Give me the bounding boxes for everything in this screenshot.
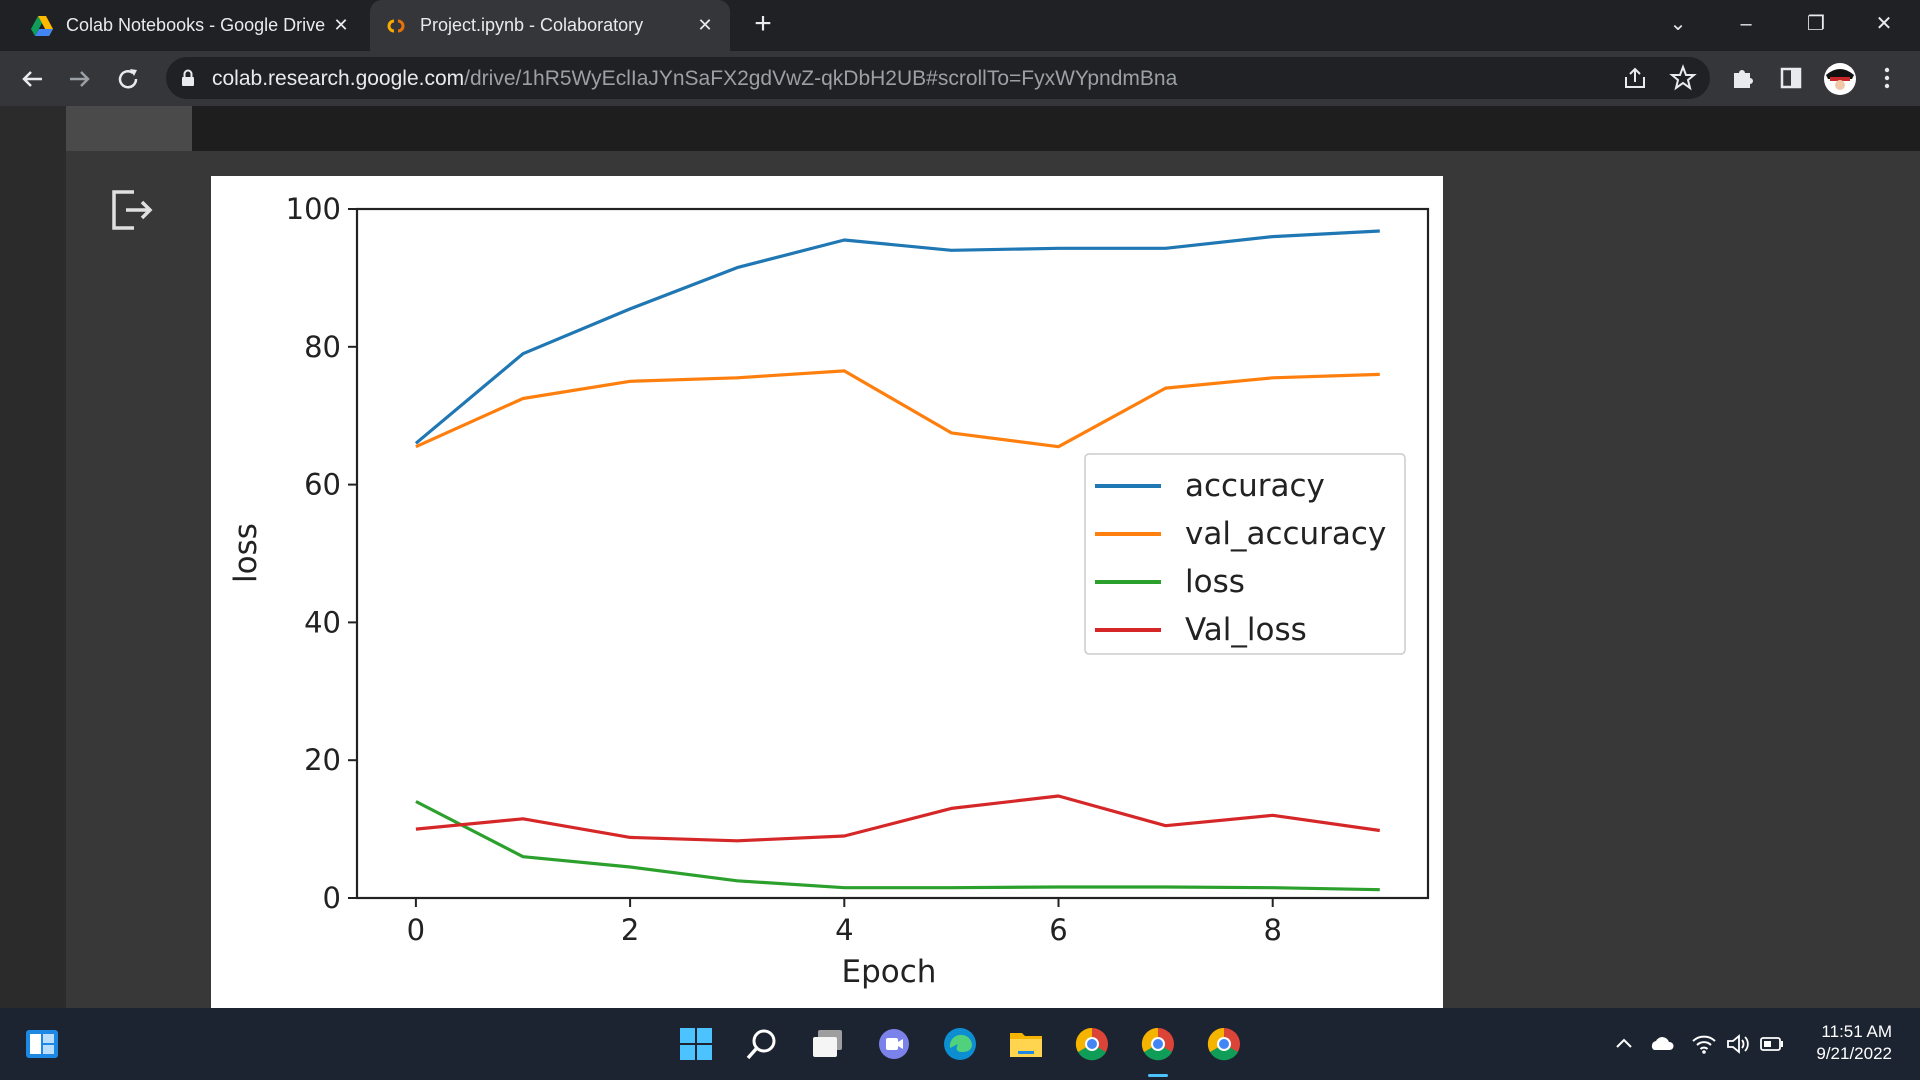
new-tab-button[interactable]: +	[748, 9, 778, 40]
x-axis-label: Epoch	[842, 954, 937, 990]
volume-icon[interactable]	[1724, 1030, 1752, 1058]
y-tick-label: 80	[304, 330, 341, 364]
restore-icon[interactable]: ❐	[1798, 8, 1834, 40]
extensions-icon[interactable]	[1728, 63, 1758, 93]
bookmark-star-icon[interactable]	[1668, 63, 1698, 93]
url-host: colab.research.google.com	[212, 67, 465, 90]
clock-time: 11:51 AM	[1821, 1022, 1892, 1041]
y-tick-label: 60	[304, 468, 341, 502]
close-tab-icon[interactable]: ✕	[694, 14, 716, 36]
windows-taskbar: 11:51 AM 9/21/2022	[0, 1008, 1920, 1080]
widgets-icon[interactable]	[22, 1024, 62, 1064]
x-tick-label: 0	[407, 913, 425, 947]
tab-google-drive[interactable]: Colab Notebooks - Google Drive ✕	[16, 0, 366, 51]
side-panel-icon[interactable]	[1776, 63, 1806, 93]
y-tick-label: 20	[304, 743, 341, 777]
legend-label: Val_loss	[1185, 612, 1307, 648]
x-tick-label: 2	[621, 913, 639, 947]
url-path: /drive/1hR5WyEclIaJYnSaFX2gdVwZ-qkDbH2UB…	[464, 67, 1178, 90]
teams-chat-icon[interactable]	[874, 1024, 914, 1064]
onedrive-icon[interactable]	[1648, 1030, 1676, 1058]
system-clock[interactable]: 11:51 AM 9/21/2022	[1816, 1021, 1892, 1065]
share-icon[interactable]	[1620, 63, 1650, 93]
y-tick-label: 0	[323, 881, 341, 915]
tab-colab-project[interactable]: Project.ipynb - Colaboratory ✕	[370, 0, 730, 51]
legend-label: accuracy	[1185, 468, 1325, 504]
series-line-val_loss	[415, 794, 1381, 843]
file-explorer-icon[interactable]	[1006, 1024, 1046, 1064]
chrome-icon[interactable]	[1138, 1024, 1178, 1064]
show-hidden-icons-icon[interactable]	[1610, 1030, 1638, 1058]
active-app-indicator	[1148, 1074, 1168, 1077]
address-bar[interactable]: colab.research.google.com/drive/1hR5WyEc…	[166, 57, 1710, 99]
wifi-icon[interactable]	[1690, 1030, 1718, 1058]
browser-toolbar: colab.research.google.com/drive/1hR5WyEc…	[0, 51, 1920, 106]
tab-title: Project.ipynb - Colaboratory	[420, 15, 644, 35]
browser-tab-strip: Colab Notebooks - Google Drive ✕ Project…	[0, 0, 1920, 51]
output-actions-icon[interactable]	[108, 186, 156, 234]
close-tab-icon[interactable]: ✕	[330, 14, 352, 36]
chart-legend: accuracy val_accuracyloss Val_loss	[1084, 453, 1406, 655]
series-line-accuracy	[414, 229, 1380, 445]
windows-start-icon[interactable]	[676, 1024, 716, 1064]
y-tick-label: 40	[304, 605, 341, 639]
chrome-menu-icon[interactable]	[1872, 63, 1902, 93]
back-icon[interactable]	[16, 63, 48, 95]
line-chart: 0 2 4 6 8020406080100 Epoch loss accuracyval…	[228, 192, 1430, 990]
x-tick-label: 4	[835, 913, 853, 947]
x-tick-label: 8	[1263, 913, 1281, 947]
previous-code-cell[interactable]	[66, 106, 1920, 151]
clock-date: 9/21/2022	[1816, 1044, 1892, 1063]
y-tick-label: 100	[286, 192, 341, 226]
tab-title: Colab Notebooks - Google Drive	[66, 15, 326, 35]
window-close-icon[interactable]: ✕	[1866, 8, 1902, 40]
url-text[interactable]: colab.research.google.com/drive/1hR5WyEc…	[212, 67, 1177, 91]
y-axis-label: loss	[228, 523, 264, 583]
lock-icon[interactable]	[180, 69, 196, 87]
notebook-content: 0 2 4 6 8 0 20 40 60 80 100 Epoch loss accuracy val…	[0, 106, 1920, 1008]
battery-icon[interactable]	[1758, 1030, 1786, 1058]
tab-search-icon[interactable]: ⌄	[1660, 8, 1696, 40]
colab-icon	[387, 19, 405, 32]
forward-icon[interactable]	[64, 63, 96, 95]
notebook-left-rail	[0, 106, 66, 1008]
chrome-icon[interactable]	[1204, 1024, 1244, 1064]
plot-output: 0 2 4 6 8 0 20 40 60 80 100 Epoch loss accuracy val…	[211, 176, 1443, 1008]
search-icon[interactable]	[742, 1024, 782, 1064]
legend-label: loss	[1185, 564, 1245, 600]
cell-gutter	[66, 106, 192, 151]
x-tick-label: 6	[1049, 913, 1067, 947]
google-drive-icon	[31, 15, 53, 36]
edge-icon[interactable]	[940, 1024, 980, 1064]
legend-label: val_accuracy	[1185, 516, 1386, 552]
profile-avatar[interactable]	[1822, 61, 1858, 97]
minimize-icon[interactable]: –	[1728, 8, 1764, 40]
chrome-icon[interactable]	[1072, 1024, 1112, 1064]
series-line-val_accuracy	[415, 369, 1380, 449]
reload-icon[interactable]	[112, 63, 144, 95]
task-view-icon[interactable]	[808, 1024, 848, 1064]
series-line-loss	[415, 800, 1380, 892]
